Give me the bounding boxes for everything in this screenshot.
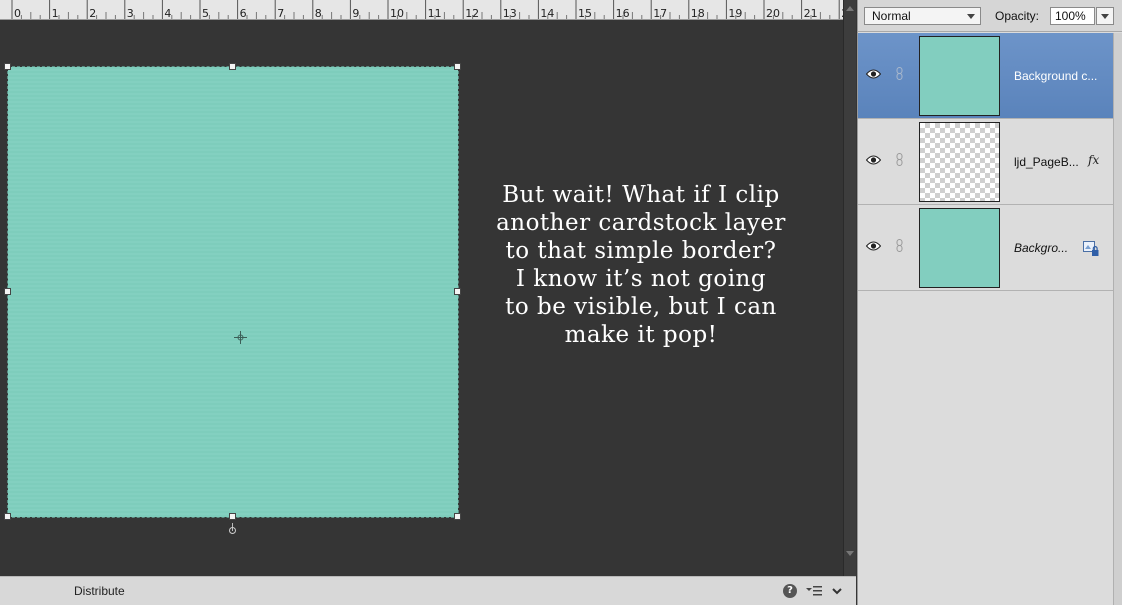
visibility-eye-icon[interactable] (866, 69, 881, 79)
layer-name[interactable]: ljd_PageB... (1014, 155, 1079, 169)
layer-row-background[interactable]: Backgro... (858, 205, 1113, 291)
layer-row-page-border[interactable]: ljd_PageB... fx (858, 119, 1113, 205)
transform-handle-top-center[interactable] (229, 63, 236, 70)
photo-editor-window: 01234567891011121314151617181920212 But … (0, 0, 1122, 605)
rotate-handle[interactable] (229, 527, 236, 534)
layer-thumbnail[interactable] (919, 208, 1000, 288)
layer-thumbnail[interactable] (919, 36, 1000, 116)
layer-name[interactable]: Backgro... (1014, 241, 1068, 255)
ruler-tick-label: 2 (89, 7, 96, 20)
blend-mode-select[interactable]: Normal (864, 7, 981, 25)
reference-point-icon[interactable] (234, 331, 247, 344)
horizontal-ruler[interactable]: 01234567891011121314151617181920212 (0, 0, 843, 20)
ruler-tick-label: 0 (14, 7, 21, 20)
ruler-tick-label: 4 (164, 7, 171, 20)
layers-list: Background c... ljd_PageB... fx Backgro.… (858, 33, 1113, 291)
panel-options-icon[interactable] (805, 584, 823, 598)
layer-style-fx-icon[interactable]: fx (1088, 153, 1099, 167)
chevron-down-icon[interactable] (832, 586, 842, 596)
scroll-down-arrow-icon[interactable] (846, 551, 854, 556)
layer-name[interactable]: Background c... (1014, 69, 1097, 83)
document-canvas[interactable]: But wait! What if I clip another cardsto… (0, 21, 843, 576)
blend-mode-value: Normal (872, 9, 911, 23)
link-chain-icon[interactable] (896, 239, 903, 252)
ruler-tick-label: 7 (277, 7, 284, 20)
transform-handle-bottom-left[interactable] (4, 513, 11, 520)
link-chain-icon[interactable] (896, 67, 903, 80)
link-chain-icon[interactable] (896, 153, 903, 166)
opacity-dropdown-button[interactable] (1096, 7, 1114, 25)
layers-panel-header: Normal Opacity: 100% (858, 0, 1122, 32)
ruler-tick-label: 1 (52, 7, 59, 20)
question-icon[interactable]: ? (783, 584, 797, 598)
transform-handle-top-left[interactable] (4, 63, 11, 70)
ruler-tick-label: 3 (127, 7, 134, 20)
scroll-up-arrow-icon[interactable] (846, 6, 854, 11)
chevron-down-icon (967, 14, 975, 19)
opacity-label: Opacity: (995, 9, 1040, 23)
visibility-eye-icon[interactable] (866, 241, 881, 251)
transform-handle-middle-right[interactable] (454, 288, 461, 295)
layer-thumbnail-transparent[interactable] (919, 122, 1000, 202)
tutorial-annotation-text: But wait! What if I clip another cardsto… (496, 182, 786, 348)
canvas-vertical-scrollbar[interactable] (843, 0, 856, 576)
transform-handle-middle-left[interactable] (4, 288, 11, 295)
transform-handle-top-right[interactable] (454, 63, 461, 70)
ruler-tick-label: 6 (240, 7, 247, 20)
distribute-label[interactable]: Distribute (74, 584, 125, 598)
ruler-tick-label: 8 (315, 7, 322, 20)
tool-options-bar: Distribute ? (0, 576, 856, 605)
lock-icon[interactable] (1083, 241, 1099, 257)
layers-panel-scrollbar[interactable] (1113, 33, 1122, 605)
selected-layer-content[interactable] (4, 63, 461, 520)
transform-handle-bottom-center[interactable] (229, 513, 236, 520)
ruler-tick-label: 9 (352, 7, 359, 20)
visibility-eye-icon[interactable] (866, 155, 881, 165)
transform-handle-bottom-right[interactable] (454, 513, 461, 520)
opacity-input[interactable]: 100% (1050, 7, 1095, 25)
layers-panel: Normal Opacity: 100% Background c... ljd… (857, 0, 1122, 605)
ruler-tick-label: 5 (202, 7, 209, 20)
ruler-ticks: 01234567891011121314151617181920212 (11, 0, 843, 20)
layer-row-background-copy[interactable]: Background c... (858, 33, 1113, 119)
